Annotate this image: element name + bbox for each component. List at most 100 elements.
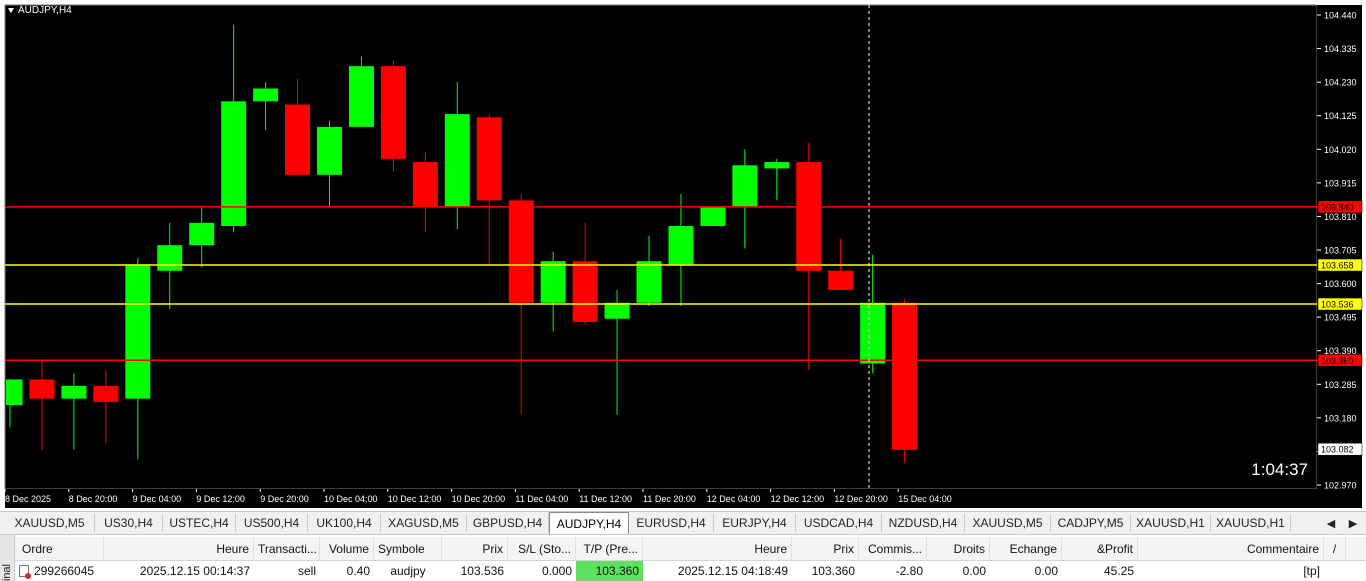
bear-candle — [476, 117, 502, 201]
tab-scroll-right-icon[interactable]: ▶ — [1344, 514, 1362, 532]
price-tag-label: 103.082 — [1321, 445, 1354, 455]
chart-tab[interactable]: XAGUSD,M5 — [381, 514, 467, 532]
bull-candle — [860, 302, 886, 364]
chart-tab[interactable]: USDCAD,H4 — [796, 514, 882, 532]
cell-ordre: 299266045 — [15, 561, 104, 581]
price-tick-label: 104.440 — [1324, 11, 1357, 21]
bull-candle — [732, 165, 758, 207]
column-header-volume[interactable]: Volume — [320, 537, 374, 560]
column-header-tp[interactable]: T/P (Pre... — [576, 537, 643, 560]
chart-tabs-bar: XAUUSD,M5 US30,H4 USTEC,H4 US500,H4 UK100,H4… — [0, 511, 1366, 535]
bull-candle — [348, 66, 374, 127]
column-header-symbole[interactable]: Symbole — [374, 537, 442, 560]
price-tick-label: 104.125 — [1324, 111, 1357, 121]
bear-candle — [380, 66, 406, 159]
column-header-extra[interactable]: / — [1324, 537, 1346, 560]
time-tick-label: 10 Dec 12:00 — [388, 494, 442, 504]
cell-sl: 0.000 — [541, 564, 572, 578]
chart-tab[interactable]: NZDUSD,H4 — [882, 514, 965, 532]
price-tick-label: 103.495 — [1324, 313, 1357, 323]
chart-tab[interactable]: USTEC,H4 — [163, 514, 236, 532]
chart-tab[interactable]: XAUUSD,H1 — [1211, 514, 1291, 532]
bear-candle — [29, 379, 55, 399]
column-header-transaction[interactable]: Transacti... — [254, 537, 320, 560]
price-tick-label: 103.810 — [1324, 212, 1357, 222]
terminal-side-label[interactable]: inal — [0, 535, 15, 581]
cell-commentaire: [tp] — [1303, 564, 1320, 578]
bull-candle — [317, 126, 342, 175]
price-tick-label: 103.705 — [1324, 246, 1357, 256]
bear-candle — [412, 162, 438, 207]
candle-countdown-timer: 1:04:37 — [1251, 460, 1308, 479]
column-header-commentaire[interactable]: Commentaire — [1138, 537, 1324, 560]
time-tick-label: 11 Dec 04:00 — [515, 494, 568, 504]
order-ticket-icon — [19, 565, 31, 579]
column-header-ordre[interactable]: Ordre — [15, 537, 104, 560]
price-tick-label: 103.285 — [1324, 380, 1357, 390]
bull-candle — [189, 222, 215, 246]
candlestick-chart[interactable]: 104.440 104.335 104.230 104.125 104.020 103.9… — [0, 0, 1366, 508]
bull-candle — [604, 302, 630, 319]
cell-heure: 2025.12.15 00:14:37 — [139, 564, 250, 578]
time-tick-label: 8 Dec 2025 — [5, 494, 51, 504]
bear-candle — [508, 200, 534, 303]
column-header-prix[interactable]: Prix — [442, 537, 508, 560]
price-tick-label: 104.335 — [1324, 44, 1357, 54]
time-tick-label: 9 Dec 20:00 — [260, 494, 309, 504]
bull-candle — [636, 261, 662, 303]
chart-area[interactable]: 104.440 104.335 104.230 104.125 104.020 103.9… — [0, 0, 1366, 508]
chart-tab[interactable]: XAUUSD,M5 — [965, 514, 1051, 532]
cell-prix: 103.536 — [460, 564, 504, 578]
bear-candle — [796, 162, 822, 271]
cell-symbole: audjpy — [390, 564, 426, 578]
column-header-commission[interactable]: Commis... — [859, 537, 927, 560]
chart-tab[interactable]: GBPUSD,H4 — [467, 514, 549, 532]
cell-heure-close: 2025.12.15 04:18:49 — [677, 564, 788, 578]
bull-candle — [668, 226, 694, 265]
cell-transaction: sell — [297, 564, 316, 578]
column-header-echange[interactable]: Echange — [990, 537, 1062, 560]
bear-candle — [572, 261, 598, 322]
column-header-heure-close[interactable]: Heure — [643, 537, 792, 560]
chart-tab[interactable]: XAUUSD,H1 — [1131, 514, 1211, 532]
time-tick-label: 11 Dec 12:00 — [579, 494, 632, 504]
chevron-down-icon[interactable] — [8, 8, 14, 13]
cell-tp: 103.360 — [576, 561, 643, 581]
chart-tab[interactable]: AUDJPY,H4 — [549, 512, 629, 534]
chart-tab[interactable]: EURUSD,H4 — [629, 514, 714, 532]
column-header-prix-close[interactable]: Prix — [792, 537, 859, 560]
bull-candle — [444, 114, 470, 207]
chart-symbol-label: AUDJPY,H4 — [18, 5, 72, 16]
price-tick-label: 103.180 — [1324, 413, 1357, 423]
time-tick-label: 12 Dec 20:00 — [834, 494, 888, 504]
column-header-sl[interactable]: S/L (Sto... — [508, 537, 576, 560]
price-tick-label: 103.915 — [1324, 178, 1357, 188]
time-tick-label: 15 Dec 04:00 — [898, 494, 952, 504]
table-row[interactable]: 299266045 2025.12.15 00:14:37 sell 0.40 audj… — [15, 561, 1366, 581]
bull-candle — [157, 245, 183, 271]
bear-candle — [285, 104, 311, 175]
chart-title[interactable]: AUDJPY,H4 — [8, 5, 72, 16]
time-tick-label: 9 Dec 12:00 — [196, 494, 245, 504]
chart-tab[interactable]: US500,H4 — [236, 514, 308, 532]
chart-tab[interactable]: US30,H4 — [95, 514, 163, 532]
column-header-profit[interactable]: &Profit — [1062, 537, 1138, 560]
time-tick-label: 12 Dec 04:00 — [707, 494, 761, 504]
chart-tab[interactable]: XAUUSD,M5 — [5, 514, 95, 532]
bull-candle — [125, 264, 151, 399]
cell-droits: 0.00 — [962, 564, 986, 578]
time-tick-label: 8 Dec 20:00 — [69, 494, 118, 504]
bear-candle — [828, 270, 854, 290]
price-tick-label: 104.020 — [1324, 145, 1357, 155]
tab-scroll-left-icon[interactable]: ◀ — [1322, 514, 1340, 532]
column-header-heure[interactable]: Heure — [104, 537, 254, 560]
cell-volume: 0.40 — [346, 564, 370, 578]
chart-tab[interactable]: CADJPY,M5 — [1051, 514, 1131, 532]
cell-commission: -2.80 — [895, 564, 923, 578]
terminal-history-panel: inal Ordre Heure Transacti... Volume Symbole… — [0, 535, 1366, 581]
price-tag-label: 103.658 — [1321, 261, 1354, 271]
time-tick-label: 9 Dec 04:00 — [133, 494, 182, 504]
column-header-droits[interactable]: Droits — [927, 537, 990, 560]
chart-tab[interactable]: UK100,H4 — [308, 514, 381, 532]
chart-tab[interactable]: EURJPY,H4 — [714, 514, 796, 532]
